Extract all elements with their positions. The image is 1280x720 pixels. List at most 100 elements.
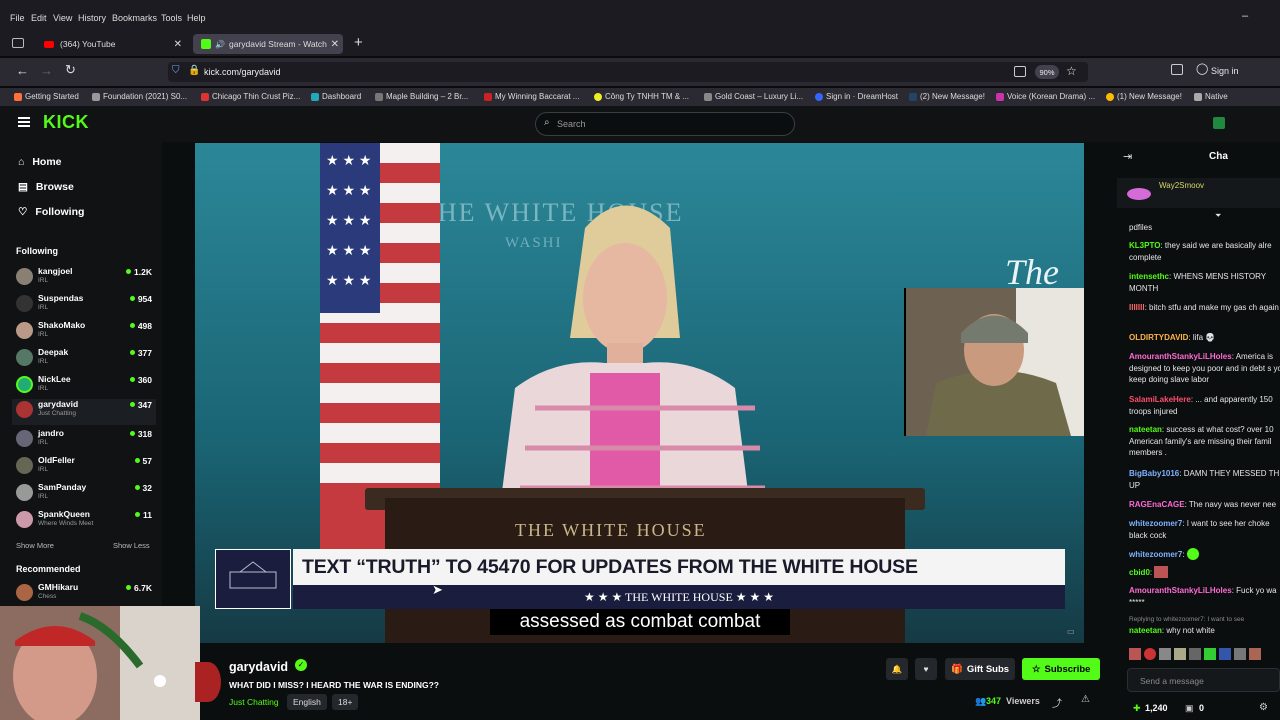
back-icon[interactable]: ←: [16, 63, 29, 78]
following-channel-active[interactable]: garydavid Just Chatting 347: [12, 399, 156, 425]
settings-icon[interactable]: ⚙: [1259, 702, 1268, 713]
bookmark-item[interactable]: Getting Started: [14, 92, 79, 101]
bookmark-item[interactable]: (1) New Message!: [1106, 92, 1182, 101]
bookmark-item[interactable]: Chicago Thin Crust Piz...: [201, 92, 300, 101]
reader-view-icon[interactable]: [1014, 66, 1026, 77]
forward-icon[interactable]: →: [40, 63, 53, 78]
speaker-icon[interactable]: 🔊: [215, 40, 225, 49]
nav-browse[interactable]: ▤ Browse: [18, 181, 74, 193]
show-more-link[interactable]: Show More: [16, 541, 54, 550]
tab-youtube[interactable]: (364) YouTube ✕: [36, 34, 186, 54]
share-icon[interactable]: ⤴: [1052, 695, 1062, 710]
tab-bar: (364) YouTube ✕ 🔊 garydavid Stream - Wat…: [0, 34, 1280, 56]
menu-bookmarks[interactable]: Bookmarks: [112, 13, 157, 23]
bell-icon[interactable]: 🔔: [886, 658, 908, 680]
report-icon[interactable]: ⚠: [1081, 694, 1090, 705]
heart-icon[interactable]: ♥: [915, 658, 937, 680]
following-channel[interactable]: kangjoel IRL 1.2K: [16, 266, 156, 292]
subscribe-button[interactable]: ☆ Subscribe: [1022, 658, 1101, 680]
following-channel[interactable]: jandro IRL 318: [16, 428, 156, 454]
url-text: kick.com/garydavid: [204, 67, 281, 77]
channel-avatar[interactable]: [195, 662, 221, 702]
lock-icon[interactable]: 🔒: [188, 65, 200, 76]
pinned-message[interactable]: Way2Smoov ⏷: [1117, 178, 1280, 220]
bookmark-star-icon[interactable]: ☆: [1066, 64, 1077, 78]
reload-icon[interactable]: ↻: [65, 62, 76, 78]
avatar: [16, 376, 33, 393]
following-channel[interactable]: SpankQueen Where Winds Meet 11: [16, 509, 156, 535]
fullscreen-icon[interactable]: ▭: [1067, 627, 1075, 636]
following-channel[interactable]: ShakoMako IRL 498: [16, 320, 156, 346]
following-channel[interactable]: Suspendas IRL 954: [16, 293, 156, 319]
bookmark-item[interactable]: (2) New Message!: [909, 92, 985, 101]
kick-favicon-icon: [201, 39, 211, 49]
following-channel[interactable]: Deepak IRL 377: [16, 347, 156, 373]
show-less-link[interactable]: Show Less: [113, 541, 150, 550]
nav-home[interactable]: ⌂ Home: [18, 156, 62, 168]
collapse-chat-icon[interactable]: ⇥: [1123, 150, 1132, 163]
chat-message: SalamiLakeHere: ... and apparently 150 t…: [1129, 395, 1273, 416]
bookmark-item[interactable]: Voice (Korean Drama) ...: [996, 92, 1095, 101]
bookmark-item[interactable]: Native: [1194, 92, 1228, 101]
category-link[interactable]: Just Chatting: [229, 697, 279, 707]
bookmark-item[interactable]: Maple Building – 2 Br...: [375, 92, 468, 101]
chat-header: Cha: [1209, 151, 1228, 162]
rating-tag[interactable]: 18+: [332, 694, 359, 710]
kick-logo[interactable]: KICK: [43, 112, 89, 133]
lower-third-banner: TEXT “TRUTH” TO 45470 FOR UPDATES FROM T…: [215, 549, 1065, 609]
emote-strip[interactable]: [1129, 648, 1280, 662]
close-tab-icon[interactable]: ✕: [174, 39, 182, 50]
points-icon[interactable]: ✚: [1133, 703, 1141, 714]
following-channel[interactable]: NickLee IRL 360: [16, 374, 156, 400]
account-icon[interactable]: ◯: [1196, 62, 1208, 75]
menu-view[interactable]: View: [53, 13, 72, 23]
menu-file[interactable]: File: [10, 13, 25, 23]
bookmark-item[interactable]: Công Ty TNHH TM & ...: [594, 92, 689, 101]
bookmark-item[interactable]: Sign in · DreamHost: [815, 92, 898, 101]
chat-message: nateetan: success at what cost? over 10 …: [1129, 425, 1274, 457]
gift-icon[interactable]: ▣: [1185, 703, 1194, 714]
white-house-logo: [215, 549, 291, 609]
verified-icon: ✓: [295, 659, 307, 671]
bookmark-item[interactable]: Foundation (2021) S0...: [92, 92, 187, 101]
filter-icon[interactable]: ⏷: [1215, 211, 1221, 221]
shield-icon[interactable]: ⛉: [172, 65, 180, 76]
close-tab-icon[interactable]: ✕: [331, 39, 339, 50]
minimize-icon[interactable]: –: [1242, 10, 1248, 22]
tab-kick[interactable]: 🔊 garydavid Stream - Watch L ✕: [193, 34, 343, 54]
bookmark-item[interactable]: Gold Coast – Luxury Li...: [704, 92, 803, 101]
recommended-channel[interactable]: GMHikaru Chess 6.7K: [16, 582, 156, 608]
menu-help[interactable]: Help: [187, 13, 206, 23]
language-tag[interactable]: English: [287, 694, 327, 710]
bookmark-item[interactable]: Dashboard: [311, 92, 361, 101]
sidebar-toggle-icon[interactable]: [1171, 64, 1183, 75]
url-field[interactable]: ⛉ 🔒 kick.com/garydavid 90% ☆: [168, 62, 1088, 82]
menu-edit[interactable]: Edit: [31, 13, 47, 23]
menu-tools[interactable]: Tools: [161, 13, 182, 23]
search-icon: ⌕: [544, 117, 550, 128]
chat-message: pdfiles: [1129, 223, 1153, 232]
gift-subs-button[interactable]: 🎁 Gift Subs: [945, 658, 1016, 680]
avatar: [16, 484, 33, 501]
zoom-level[interactable]: 90%: [1035, 65, 1059, 79]
video-player[interactable]: THE WHITE HOUSE WASHI The W ★ ★ ★ ★ ★ ★ …: [195, 143, 1084, 643]
mouse-cursor-icon: ➤: [432, 582, 443, 597]
emote-icon: [1154, 566, 1169, 578]
star-icon: ☆: [1032, 663, 1041, 675]
menu-history[interactable]: History: [78, 13, 106, 23]
hamburger-menu-icon[interactable]: [18, 117, 30, 127]
kick-extension-icon[interactable]: [1213, 117, 1225, 129]
following-channel[interactable]: OldFeller IRL 57: [16, 455, 156, 481]
bookmark-item[interactable]: My Winning Baccarat ...: [484, 92, 579, 101]
chat-message: lllllll: bitch stfu and make my gas ch a…: [1129, 303, 1279, 312]
stream-title: WHAT DID I MISS? I HEARD THE WAR IS ENDI…: [229, 680, 439, 690]
tab-overview-icon[interactable]: [12, 38, 24, 48]
sign-in-link[interactable]: Sign in: [1211, 66, 1239, 76]
nav-following[interactable]: ♡ Following: [18, 206, 84, 218]
following-channel[interactable]: SamPanday IRL 32: [16, 482, 156, 508]
new-tab-icon[interactable]: +: [354, 34, 363, 51]
send-message-input[interactable]: Send a message: [1127, 668, 1280, 692]
chat-message: OLDIRTYDAVID: lifa 💀: [1129, 333, 1216, 342]
channel-name[interactable]: garydavid: [229, 660, 288, 674]
search-input[interactable]: ⌕ Search: [535, 112, 795, 136]
